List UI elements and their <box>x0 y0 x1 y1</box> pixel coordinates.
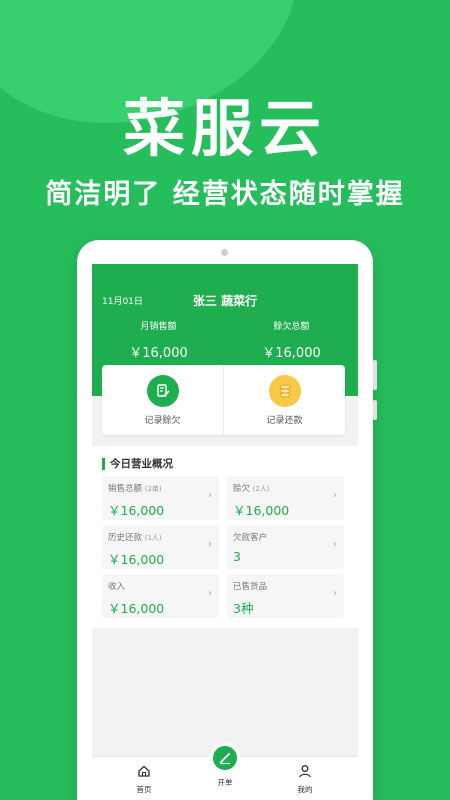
overview-title: 今日营业概况 <box>102 458 173 470</box>
card-label: 赊欠 (2人) <box>233 484 270 494</box>
action-label: 记录赊欠 <box>144 415 181 426</box>
quick-actions: 记录赊欠 记录还款 <box>102 365 345 435</box>
create-order-button[interactable] <box>210 743 240 773</box>
card-value: ￥16,000 <box>233 503 290 518</box>
card-label: 已售货品 <box>233 582 268 592</box>
tablet-frame: 11月01日 张三 蔬菜行 月销售额 ￥16,000 赊欠总额 ￥16,000 <box>77 240 377 800</box>
record-credit-button[interactable]: 记录赊欠 <box>102 365 223 435</box>
promo-subtitle: 简洁明了 经营状态随时掌握 <box>45 179 405 210</box>
card-value: ￥16,000 <box>108 552 165 567</box>
card-value: 3种 <box>233 601 254 616</box>
stat-label: 月销售额 <box>140 322 177 332</box>
card-label: 历史还款 (1人) <box>108 533 162 543</box>
chevron-right-icon: › <box>208 588 212 599</box>
tab-label: 首页 <box>136 785 152 794</box>
side-button <box>373 400 377 420</box>
shop-name: 张三 蔬菜行 <box>192 294 258 308</box>
card-income[interactable]: 收入 ￥16,000 › <box>102 574 219 618</box>
card-label: 销售总额 (2单) <box>108 484 162 494</box>
chevron-right-icon: › <box>333 588 337 599</box>
card-credit[interactable]: 赊欠 (2人) ￥16,000 › <box>227 476 344 520</box>
card-debt-customers[interactable]: 欠款客户 3 › <box>227 525 344 569</box>
stat-total-credit: 赊欠总额 ￥16,000 <box>225 319 358 361</box>
tab-label: 我的 <box>297 785 313 794</box>
user-icon <box>299 765 311 778</box>
stat-label: 赊欠总额 <box>273 322 310 332</box>
record-repayment-button[interactable]: 记录还款 <box>223 365 345 435</box>
card-value: 3 <box>233 549 241 564</box>
today-overview: 今日营业概况 销售总额 (2单) ￥16,000 › 赊欠 (2人) ￥16,0… <box>92 446 358 628</box>
app-screen: 11月01日 张三 蔬菜行 月销售额 ￥16,000 赊欠总额 ￥16,000 <box>92 264 358 800</box>
tab-home[interactable]: 首页 <box>119 763 169 795</box>
pen-icon <box>220 753 230 765</box>
card-sold-goods[interactable]: 已售货品 3种 › <box>227 574 344 618</box>
card-label: 欠款客户 <box>233 533 268 543</box>
home-icon <box>138 765 150 777</box>
tab-mine[interactable]: 我的 <box>280 763 330 795</box>
card-value: ￥16,000 <box>108 503 165 518</box>
promo-title: 菜服云 <box>122 92 327 165</box>
tab-label-create[interactable]: 开单 <box>200 777 250 788</box>
side-button <box>373 360 377 390</box>
action-label: 记录还款 <box>266 415 303 426</box>
chevron-right-icon: › <box>208 539 212 550</box>
card-history-repayment[interactable]: 历史还款 (1人) ￥16,000 › <box>102 525 219 569</box>
chevron-right-icon: › <box>333 539 337 550</box>
camera-dot <box>221 249 228 256</box>
chevron-right-icon: › <box>333 490 337 501</box>
card-total-sales[interactable]: 销售总额 (2单) ￥16,000 › <box>102 476 219 520</box>
stat-monthly-sales: 月销售额 ￥16,000 <box>92 319 225 361</box>
stat-value: ￥16,000 <box>262 346 321 361</box>
card-label: 收入 <box>108 582 126 592</box>
bottom-tabbar: 首页 开单 我的 <box>92 743 358 800</box>
stat-value: ￥16,000 <box>129 346 188 361</box>
coins-icon <box>268 374 301 407</box>
edit-note-icon <box>146 374 179 407</box>
card-value: ￥16,000 <box>108 601 165 616</box>
chevron-right-icon: › <box>208 490 212 501</box>
